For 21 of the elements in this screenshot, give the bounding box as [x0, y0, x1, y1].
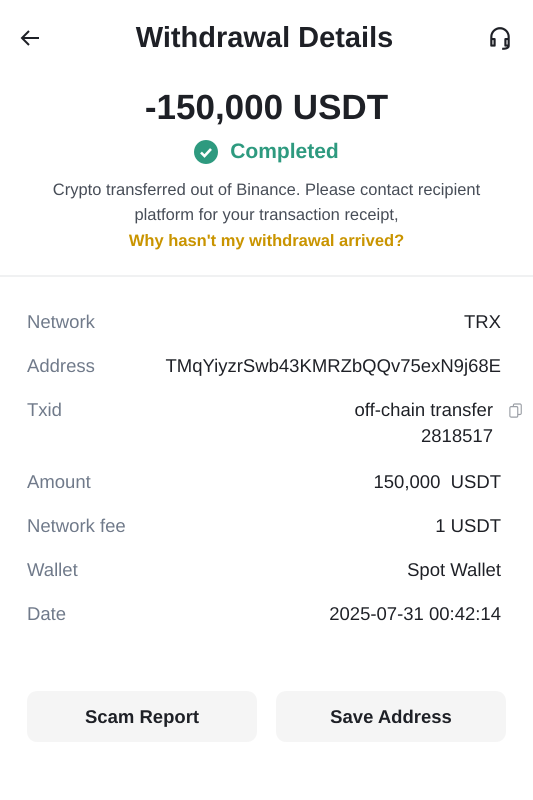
detail-value: off-chain transfer 2818517 [354, 398, 493, 448]
detail-value: 1 USDT [435, 515, 501, 537]
detail-value: Spot Wallet [407, 559, 501, 581]
detail-value: 2025-07-31 00:42:14 [329, 603, 501, 625]
copy-icon[interactable] [509, 403, 523, 419]
withdrawal-amount: -150,000 USDT [144, 88, 390, 128]
action-button[interactable]: Scam Report [27, 691, 257, 742]
detail-label: Address [27, 355, 95, 377]
detail-value: TMqYiyzrSwb43KMRZbQQv75exN9j68E [165, 355, 501, 377]
detail-label: Amount [27, 471, 91, 493]
status-label: Completed [230, 140, 339, 164]
notice-text: Crypto transferred out of Binance. Please contact recipient platform for your transaction receipt, [52, 180, 482, 226]
detail-label: Wallet [27, 559, 78, 581]
action-button[interactable]: Save Address [276, 691, 506, 742]
page-title: Withdrawal Details [136, 22, 394, 54]
detail-label: Network [27, 311, 95, 333]
detail-label: Date [27, 603, 66, 625]
detail-label: Network fee [27, 515, 126, 537]
detail-label: Txid [27, 399, 62, 421]
detail-value: 150,000 USDT [373, 471, 501, 493]
detail-value: TRX [464, 311, 501, 333]
